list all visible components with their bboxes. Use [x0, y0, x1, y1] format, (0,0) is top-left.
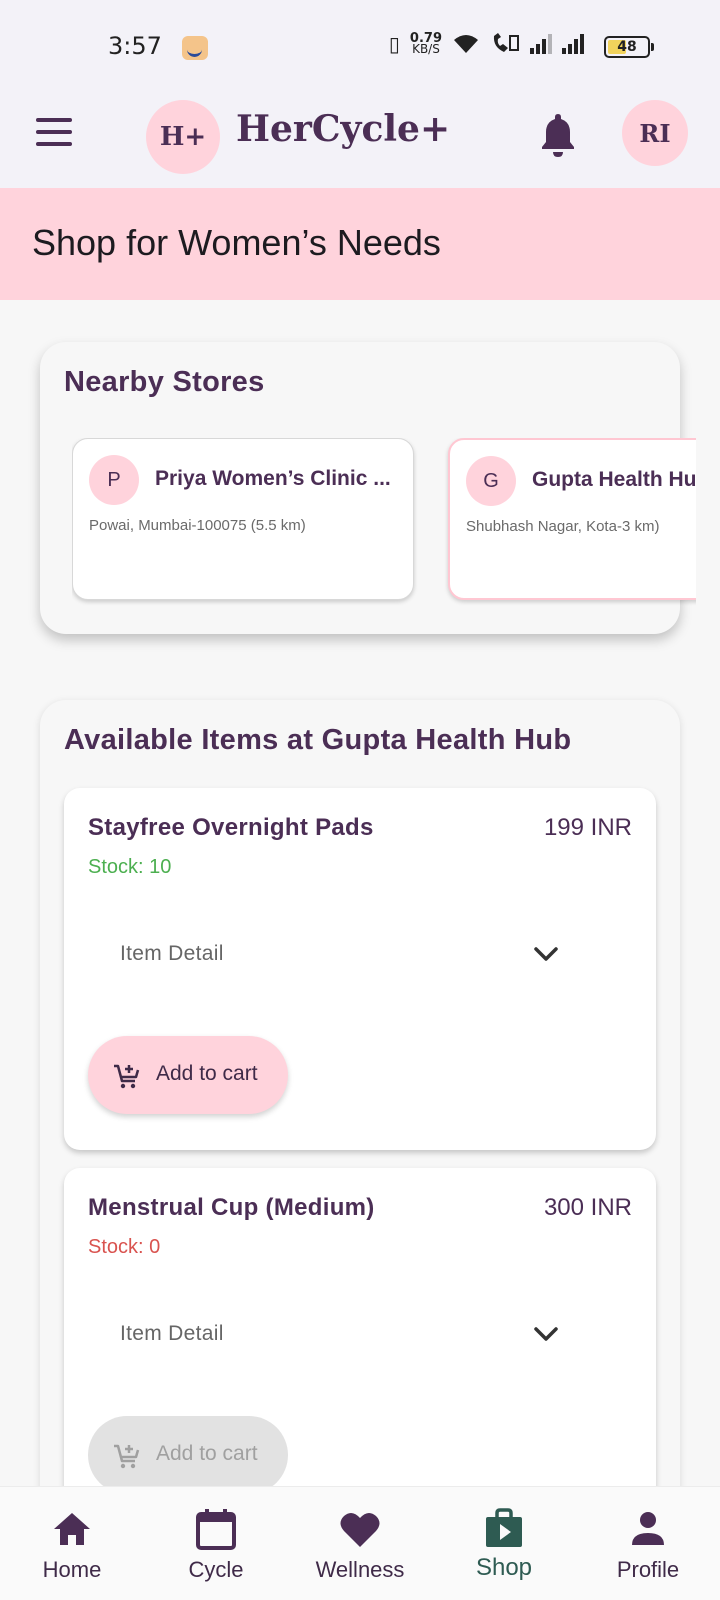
add-to-cart-button[interactable]: Add to cart [88, 1036, 288, 1114]
wifi-icon [454, 35, 478, 53]
calendar-icon [196, 1509, 236, 1550]
product-stock: Stock: 10 [88, 856, 172, 878]
nav-profile[interactable]: Profile [576, 1487, 720, 1600]
home-icon [54, 1513, 90, 1545]
store-initial-avatar: G [466, 456, 516, 506]
available-items-card: Available Items at Gupta Health Hub Stay… [40, 700, 680, 1600]
network-speed: 0.79 KB/S [410, 32, 442, 56]
signal-icon [530, 34, 552, 54]
product-price: 300 INR [543, 1194, 632, 1221]
nav-cycle-label: Cycle [188, 1557, 244, 1582]
amazon-app-icon [182, 36, 208, 60]
store-name: Gupta Health Hub [532, 468, 696, 491]
app-logo: H+ [146, 100, 220, 174]
battery-level: 48 [617, 39, 637, 55]
nearby-stores-heading: Nearby Stores [64, 366, 265, 398]
add-to-cart-label: Add to cart [156, 1442, 258, 1465]
product-card: Menstrual Cup (Medium) 300 INR Stock: 0 … [64, 1168, 656, 1530]
nav-profile-label: Profile [616, 1557, 680, 1582]
store-card-priya[interactable]: P Priya Women’s Clinic ... Powai, Mumbai… [72, 438, 414, 600]
store-card-gupta[interactable]: G Gupta Health Hub Shubhash Nagar, Kota-… [448, 438, 696, 600]
add-to-cart-label: Add to cart [156, 1062, 258, 1085]
add-to-cart-button-disabled[interactable]: Add to cart [88, 1416, 288, 1494]
store-initial-avatar: P [89, 455, 139, 505]
chevron-down-icon [534, 1327, 558, 1341]
heart-icon [340, 1512, 380, 1547]
avatar[interactable]: RI [622, 100, 688, 166]
network-speed-unit: KB/S [412, 42, 440, 56]
bell-icon[interactable] [538, 112, 578, 160]
nav-wellness[interactable]: Wellness [288, 1487, 432, 1600]
store-address: Shubhash Nagar, Kota-3 km) [466, 518, 660, 535]
battery-icon: 48 [604, 36, 654, 58]
status-time: 3:57 [108, 32, 162, 60]
product-card: Stayfree Overnight Pads 199 INR Stock: 1… [64, 788, 656, 1150]
signal-icon-2 [562, 34, 584, 54]
status-icons: ▯ 0.79 KB/S [389, 32, 584, 56]
nav-shop[interactable]: Shop [432, 1487, 576, 1600]
nearby-stores-card: Nearby Stores P Priya Women’s Clinic ...… [40, 342, 696, 634]
status-bar: 3:57 ▯ 0.79 KB/S 48 [0, 0, 720, 86]
stores-carousel[interactable]: P Priya Women’s Clinic ... Powai, Mumbai… [72, 438, 696, 608]
chevron-down-icon [534, 947, 558, 961]
store-address: Powai, Mumbai-100075 (5.5 km) [89, 517, 306, 534]
nav-home-label: Home [42, 1557, 102, 1582]
product-name: Menstrual Cup (Medium) [88, 1194, 375, 1221]
add-cart-icon [114, 1444, 140, 1469]
item-detail-expander[interactable]: Item Detail [88, 1298, 632, 1370]
nav-shop-label: Shop [475, 1554, 533, 1581]
nav-home[interactable]: Home [0, 1487, 144, 1600]
menu-icon[interactable] [36, 118, 76, 158]
page-header: Shop for Women’s Needs [0, 188, 720, 300]
item-detail-expander[interactable]: Item Detail [88, 918, 632, 990]
nav-cycle[interactable]: Cycle [144, 1487, 288, 1600]
product-price: 199 INR [543, 814, 632, 841]
wifi-calling-icon [493, 33, 519, 52]
item-detail-label: Item Detail [120, 942, 224, 965]
nav-wellness-label: Wellness [315, 1557, 405, 1582]
vibrate-icon: ▯ [388, 32, 400, 56]
person-icon [632, 1512, 664, 1545]
product-name: Stayfree Overnight Pads [88, 814, 374, 841]
app-bar: H+ HerCycle+ RI [0, 86, 720, 188]
shop-bag-icon [486, 1508, 522, 1547]
product-stock: Stock: 0 [88, 1236, 161, 1258]
item-detail-label: Item Detail [120, 1322, 224, 1345]
page-title: Shop for Women’s Needs [32, 222, 441, 263]
bottom-navigation: Home Cycle Wellness Shop Profile [0, 1486, 720, 1600]
add-cart-icon [114, 1064, 140, 1089]
app-title: HerCycle+ [236, 108, 451, 150]
store-name: Priya Women’s Clinic ... [155, 467, 391, 490]
available-items-heading: Available Items at Gupta Health Hub [64, 724, 572, 756]
